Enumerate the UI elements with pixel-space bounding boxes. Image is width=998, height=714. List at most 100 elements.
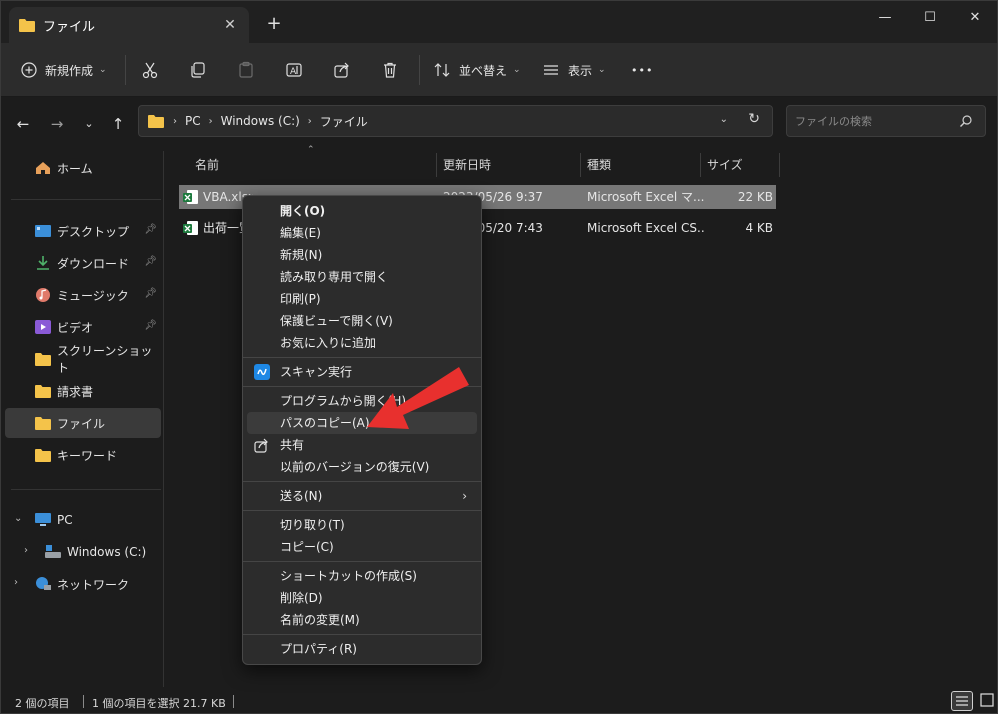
paste-icon (239, 61, 253, 78)
title-bar: ファイル ✕ + — ☐ ✕ (1, 1, 997, 43)
delete-button[interactable] (381, 55, 399, 85)
folder-icon (35, 385, 51, 398)
new-tab-button[interactable]: + (263, 13, 285, 35)
pin-icon[interactable]: 📌︎ (144, 224, 157, 235)
menu-item-cut[interactable]: 切り取り(T) (247, 514, 477, 536)
column-divider[interactable] (700, 153, 701, 177)
menu-item-delete[interactable]: 削除(D) (247, 587, 477, 609)
sidebar-item-pc[interactable]: PC (5, 505, 161, 535)
refresh-icon[interactable]: ↻ (748, 111, 760, 127)
breadcrumb-chevron-icon: › (208, 115, 213, 127)
tab-close-icon[interactable]: ✕ (221, 16, 239, 34)
column-header-type[interactable]: 種類 (587, 153, 611, 177)
command-bar: 新規作成 ⌄ A 並べ替え ⌄ 表示 ⌄ ••• (1, 43, 997, 97)
sidebar-item-label: ダウンロード (57, 256, 130, 271)
menu-item-send-to[interactable]: 送る(N) › (247, 485, 477, 507)
more-options-button[interactable]: ••• (631, 55, 653, 85)
chevron-down-icon: ⌄ (99, 65, 107, 75)
sidebar-item-invoices[interactable]: 請求書 (5, 376, 161, 406)
details-view-button[interactable] (951, 691, 973, 711)
excel-file-icon (183, 190, 198, 204)
status-divider (83, 695, 84, 708)
sidebar-item-network[interactable]: ネットワーク (5, 569, 161, 599)
forward-button[interactable]: → (45, 113, 69, 135)
folder-icon (35, 417, 51, 430)
sidebar-item-screenshots[interactable]: スクリーンショット (5, 344, 161, 375)
menu-item-label: 共有 (280, 438, 305, 452)
sidebar-item-label: PC (57, 513, 73, 527)
menu-separator (243, 634, 481, 635)
cut-button[interactable] (141, 55, 159, 85)
breadcrumb-drive[interactable]: Windows (C:) (221, 114, 300, 128)
sidebar-item-video[interactable]: ビデオ 📌︎ (5, 312, 161, 342)
view-button[interactable]: 表示 ⌄ (542, 55, 606, 85)
copy-button[interactable] (189, 55, 207, 85)
breadcrumb-pc[interactable]: PC (185, 114, 201, 128)
search-input[interactable] (795, 112, 955, 130)
column-header-size[interactable]: サイズ (707, 153, 743, 177)
view-list-icon (544, 65, 558, 75)
folder-icon (19, 19, 35, 32)
up-button[interactable]: ↑ (106, 113, 130, 135)
menu-item-rename[interactable]: 名前の変更(M) (247, 609, 477, 631)
menu-item-create-shortcut[interactable]: ショートカットの作成(S) (247, 565, 477, 587)
menu-item-open-readonly[interactable]: 読み取り専用で開く (247, 266, 477, 288)
recent-locations-button[interactable]: ⌄ (77, 113, 101, 135)
maximize-button[interactable]: ☐ (910, 7, 950, 29)
pane-splitter[interactable] (163, 151, 164, 687)
search-icon[interactable] (959, 114, 973, 128)
sidebar-item-downloads[interactable]: ダウンロード 📌︎ (5, 248, 161, 278)
sidebar-divider (11, 199, 161, 200)
share-button[interactable] (333, 55, 351, 85)
plus-circle-icon (21, 62, 37, 78)
share-icon (334, 62, 349, 78)
file-name: 出荷一覧 (203, 221, 243, 235)
sidebar-item-file[interactable]: ファイル (5, 408, 161, 438)
rename-button[interactable]: A (285, 55, 303, 85)
menu-item-copy[interactable]: コピー(C) (247, 536, 477, 558)
navigation-pane: ホーム デスクトップ 📌︎ ダウンロード 📌︎ ミュージック 📌︎ ビデオ 📌︎… (1, 151, 163, 687)
menu-item-protected-view[interactable]: 保護ビューで開く(V) (247, 310, 477, 332)
sidebar-item-keywords[interactable]: キーワード (5, 440, 161, 470)
minimize-button[interactable]: — (865, 7, 905, 29)
back-button[interactable]: ← (11, 113, 35, 135)
close-window-button[interactable]: ✕ (955, 7, 995, 29)
menu-item-properties[interactable]: プロパティ(R) (247, 638, 477, 660)
column-divider[interactable] (436, 153, 437, 177)
menu-item-add-favorite[interactable]: お気に入りに追加 (247, 332, 477, 354)
breadcrumb-chevron-icon: › (173, 115, 177, 127)
new-button[interactable]: 新規作成 ⌄ (21, 55, 107, 85)
menu-item-new[interactable]: 新規(N) (247, 244, 477, 266)
breadcrumb-folder[interactable]: ファイル (320, 113, 368, 130)
menu-item-print[interactable]: 印刷(P) (247, 288, 477, 310)
pin-icon[interactable]: 📌︎ (144, 288, 157, 299)
paste-button[interactable] (237, 55, 255, 85)
menu-item-edit[interactable]: 編集(E) (247, 222, 477, 244)
toolbar-divider (125, 55, 126, 85)
large-icons-view-button[interactable] (976, 691, 997, 711)
sidebar-item-label: Windows (C:) (67, 545, 147, 559)
sidebar-item-label: ホーム (57, 161, 93, 176)
tab-file[interactable]: ファイル ✕ (9, 7, 249, 43)
pin-icon[interactable]: 📌︎ (144, 320, 157, 331)
pin-icon[interactable]: 📌︎ (144, 256, 157, 267)
sidebar-item-drive[interactable]: Windows (C:) (5, 537, 161, 567)
tab-title: ファイル (43, 19, 96, 35)
column-divider[interactable] (580, 153, 581, 177)
video-icon (35, 320, 51, 334)
column-header-date[interactable]: 更新日時 (443, 153, 491, 177)
menu-item-open[interactable]: 開く(O) (247, 200, 477, 222)
sort-button[interactable]: 並べ替え ⌄ (433, 55, 521, 85)
sidebar-item-desktop[interactable]: デスクトップ 📌︎ (5, 216, 161, 246)
sidebar-item-music[interactable]: ミュージック 📌︎ (5, 280, 161, 310)
column-header-name[interactable]: 名前 (195, 153, 219, 177)
address-dropdown-icon[interactable]: ⌄ (720, 114, 728, 125)
file-type: Microsoft Excel CS... (587, 221, 705, 235)
menu-item-label: スキャン実行 (280, 365, 353, 379)
chevron-down-icon: ⌄ (598, 65, 606, 75)
sidebar-item-home[interactable]: ホーム (5, 153, 161, 183)
menu-item-restore-previous[interactable]: 以前のバージョンの復元(V) (247, 456, 477, 478)
selection-info: 1 個の項目を選択 21.7 KB (92, 697, 226, 710)
address-bar[interactable]: › PC › Windows (C:) › ファイル ⌄ ↻ (138, 105, 773, 137)
column-divider[interactable] (779, 153, 780, 177)
